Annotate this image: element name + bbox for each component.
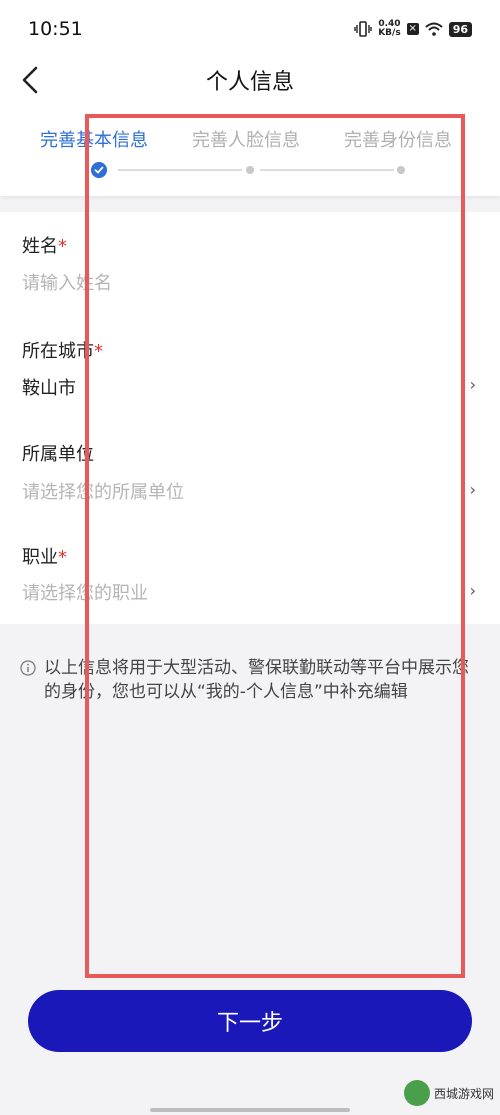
field-label: 所属单位 bbox=[22, 444, 94, 465]
next-step-button[interactable]: 下一步 bbox=[28, 990, 472, 1052]
chevron-right-icon: › bbox=[469, 375, 476, 394]
field-label: 所在城市* bbox=[22, 341, 103, 362]
field-label: 姓名* bbox=[22, 236, 67, 257]
chevron-right-icon: › bbox=[469, 581, 476, 600]
step-connector-2 bbox=[260, 169, 394, 171]
step-basic-info: 完善基本信息 bbox=[40, 130, 148, 151]
watermark-logo-icon bbox=[403, 1080, 430, 1106]
system-icons: 0.40 KB/s × 96 bbox=[354, 18, 472, 40]
required-mark: * bbox=[58, 547, 67, 568]
net-speed-unit: KB/s bbox=[378, 28, 401, 38]
battery-icon: 96 bbox=[448, 21, 472, 37]
name-input[interactable]: 请输入姓名 bbox=[22, 269, 112, 295]
status-bar: 10:51 0.40 KB/s × 96 bbox=[0, 0, 500, 56]
net-speed: 0.40 KB/s bbox=[378, 20, 400, 38]
basic-info-form: 姓名* 请输入姓名 所在城市* 鞍山市 › 所属单位 请选择您的所属单位 › 职… bbox=[0, 212, 500, 624]
step-connector-1 bbox=[118, 169, 242, 171]
page-title: 个人信息 bbox=[205, 70, 294, 95]
city-select[interactable]: 鞍山市 bbox=[22, 374, 76, 400]
required-mark: * bbox=[58, 236, 67, 257]
watermark-text: 西城游戏网 bbox=[433, 1086, 494, 1101]
progress-stepper: 完善基本信息 完善人脸信息 完善身份信息 bbox=[0, 104, 500, 196]
occupation-select[interactable]: 请选择您的职业 bbox=[22, 579, 148, 605]
employer-field[interactable]: 所属单位 请选择您的所属单位 › bbox=[0, 418, 500, 521]
step-dot-2 bbox=[246, 166, 254, 174]
field-label: 职业* bbox=[22, 547, 67, 568]
home-indicator[interactable] bbox=[150, 1108, 350, 1112]
info-note: 以上信息将用于大型活动、警保联勤联动等平台中展示您的身份，您也可以从“我的-个人… bbox=[20, 656, 480, 704]
watermark: 西城游戏网 bbox=[403, 1080, 494, 1106]
check-icon bbox=[91, 162, 107, 178]
nav-bar: 个人信息 bbox=[0, 56, 500, 104]
occupation-field[interactable]: 职业* 请选择您的职业 › bbox=[0, 521, 500, 624]
vibrate-icon bbox=[354, 21, 372, 37]
status-time: 10:51 bbox=[28, 18, 83, 40]
step-dot-3 bbox=[397, 166, 405, 174]
required-mark: * bbox=[94, 341, 103, 362]
name-field[interactable]: 姓名* 请输入姓名 bbox=[0, 212, 500, 315]
wifi-icon bbox=[425, 22, 443, 36]
no-sim-icon: × bbox=[406, 23, 419, 35]
city-field[interactable]: 所在城市* 鞍山市 › bbox=[0, 315, 500, 418]
chevron-right-icon: › bbox=[469, 480, 476, 499]
step-face-info: 完善人脸信息 bbox=[192, 130, 300, 151]
info-note-text: 以上信息将用于大型活动、警保联勤联动等平台中展示您的身份，您也可以从“我的-个人… bbox=[44, 658, 469, 702]
employer-select[interactable]: 请选择您的所属单位 bbox=[22, 478, 184, 504]
step-identity-info: 完善身份信息 bbox=[344, 130, 452, 151]
